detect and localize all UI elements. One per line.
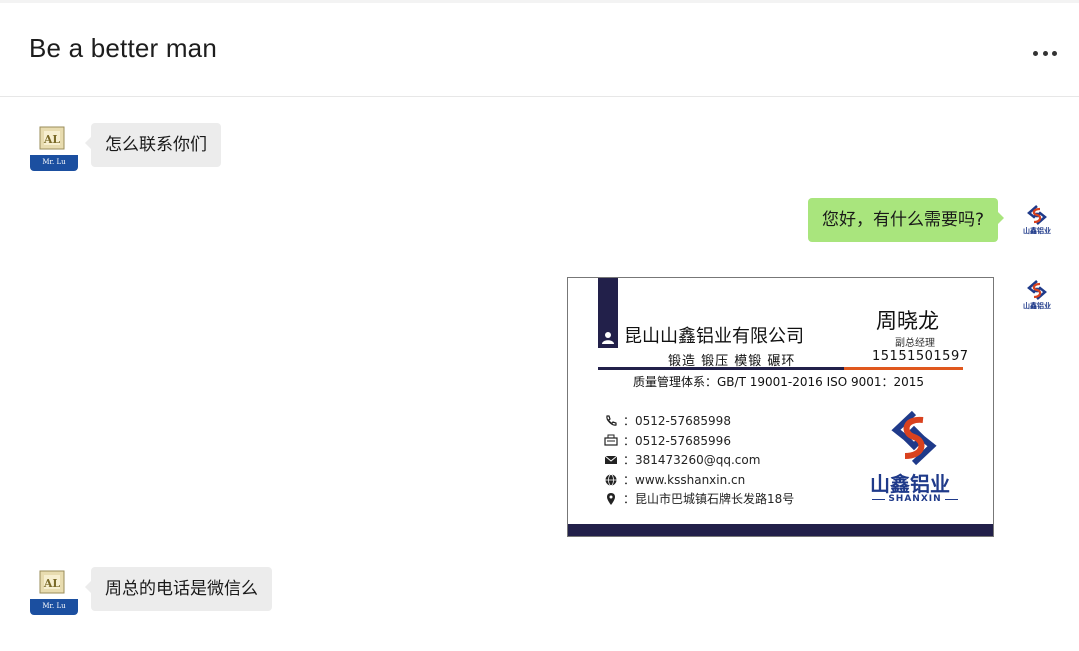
contact-avatar[interactable]: AL Mr. Lu — [30, 123, 78, 171]
business-card-image[interactable]: 昆山山鑫铝业有限公司 锻造 锻压 模锻 碾环 周晓龙 副总经理 15151501… — [567, 277, 994, 537]
card-logo-chinese: 山鑫铝业 — [870, 472, 950, 496]
contact-avatar-image: AL Mr. Lu — [30, 123, 78, 171]
shanxin-logo-icon: 山鑫铝业 — [1023, 280, 1051, 310]
more-options-button[interactable] — [1033, 41, 1057, 65]
my-avatar[interactable]: 山鑫铝业 — [1020, 278, 1054, 312]
card-accent-bar — [598, 278, 618, 348]
svg-text:AL: AL — [43, 133, 61, 146]
my-avatar[interactable]: 山鑫铝业 — [1020, 203, 1054, 237]
card-contact-address: ：昆山市巴城镇石牌长发路18号 — [604, 490, 794, 507]
card-person-phone: 15151501597 — [872, 349, 969, 364]
phone-icon — [606, 414, 617, 426]
shanxin-logo-icon — [891, 410, 937, 466]
shanxin-logo-icon: 山鑫铝业 — [1023, 205, 1051, 235]
message-bubble[interactable]: 周总的电话是微信么 — [85, 567, 272, 611]
location-icon — [607, 492, 615, 505]
card-person-name: 周晓龙 — [876, 309, 939, 333]
fax-icon — [604, 434, 618, 446]
contact-avatar-image: AL Mr. Lu — [30, 567, 78, 615]
card-contact-fax: ：0512-57685996 — [604, 432, 731, 449]
dot-icon — [1042, 50, 1048, 56]
svg-text:山鑫铝业: 山鑫铝业 — [1023, 301, 1051, 310]
contact-avatar[interactable]: AL Mr. Lu — [30, 567, 78, 615]
card-person-title: 副总经理 — [895, 338, 935, 349]
globe-icon — [605, 473, 617, 486]
svg-text:Mr. Lu: Mr. Lu — [42, 158, 66, 166]
message-text: 您好，有什么需要吗? — [821, 210, 984, 230]
message-bubble[interactable]: 怎么联系你们 — [85, 123, 221, 167]
message-text: 周总的电话是微信么 — [105, 579, 258, 599]
card-divider-navy — [598, 367, 844, 370]
svg-text:Mr. Lu: Mr. Lu — [42, 602, 66, 610]
card-bottom-band — [568, 524, 993, 536]
mail-icon — [604, 455, 618, 464]
svg-text:AL: AL — [43, 577, 61, 590]
card-certification: 质量管理体系：GB/T 19001-2016 ISO 9001：2015 — [633, 375, 925, 389]
card-logo-english: SHANXIN — [872, 494, 958, 504]
card-company-name: 昆山山鑫铝业有限公司 — [624, 326, 804, 347]
card-contact-web: ：www.ksshanxin.cn — [604, 471, 745, 488]
dot-icon — [1052, 50, 1057, 56]
person-icon — [602, 332, 614, 344]
message-bubble[interactable]: 您好，有什么需要吗? — [807, 198, 1005, 242]
chat-title: Be a better man — [29, 33, 217, 63]
card-contact-email: ：381473260@qq.com — [604, 451, 760, 468]
card-divider-orange — [844, 367, 963, 370]
svg-text:山鑫铝业: 山鑫铝业 — [1023, 226, 1051, 235]
chat-header: Be a better man — [0, 0, 1079, 97]
message-text: 怎么联系你们 — [105, 135, 207, 155]
dot-icon — [1033, 50, 1038, 56]
card-contact-phone: ：0512-57685998 — [604, 412, 731, 429]
